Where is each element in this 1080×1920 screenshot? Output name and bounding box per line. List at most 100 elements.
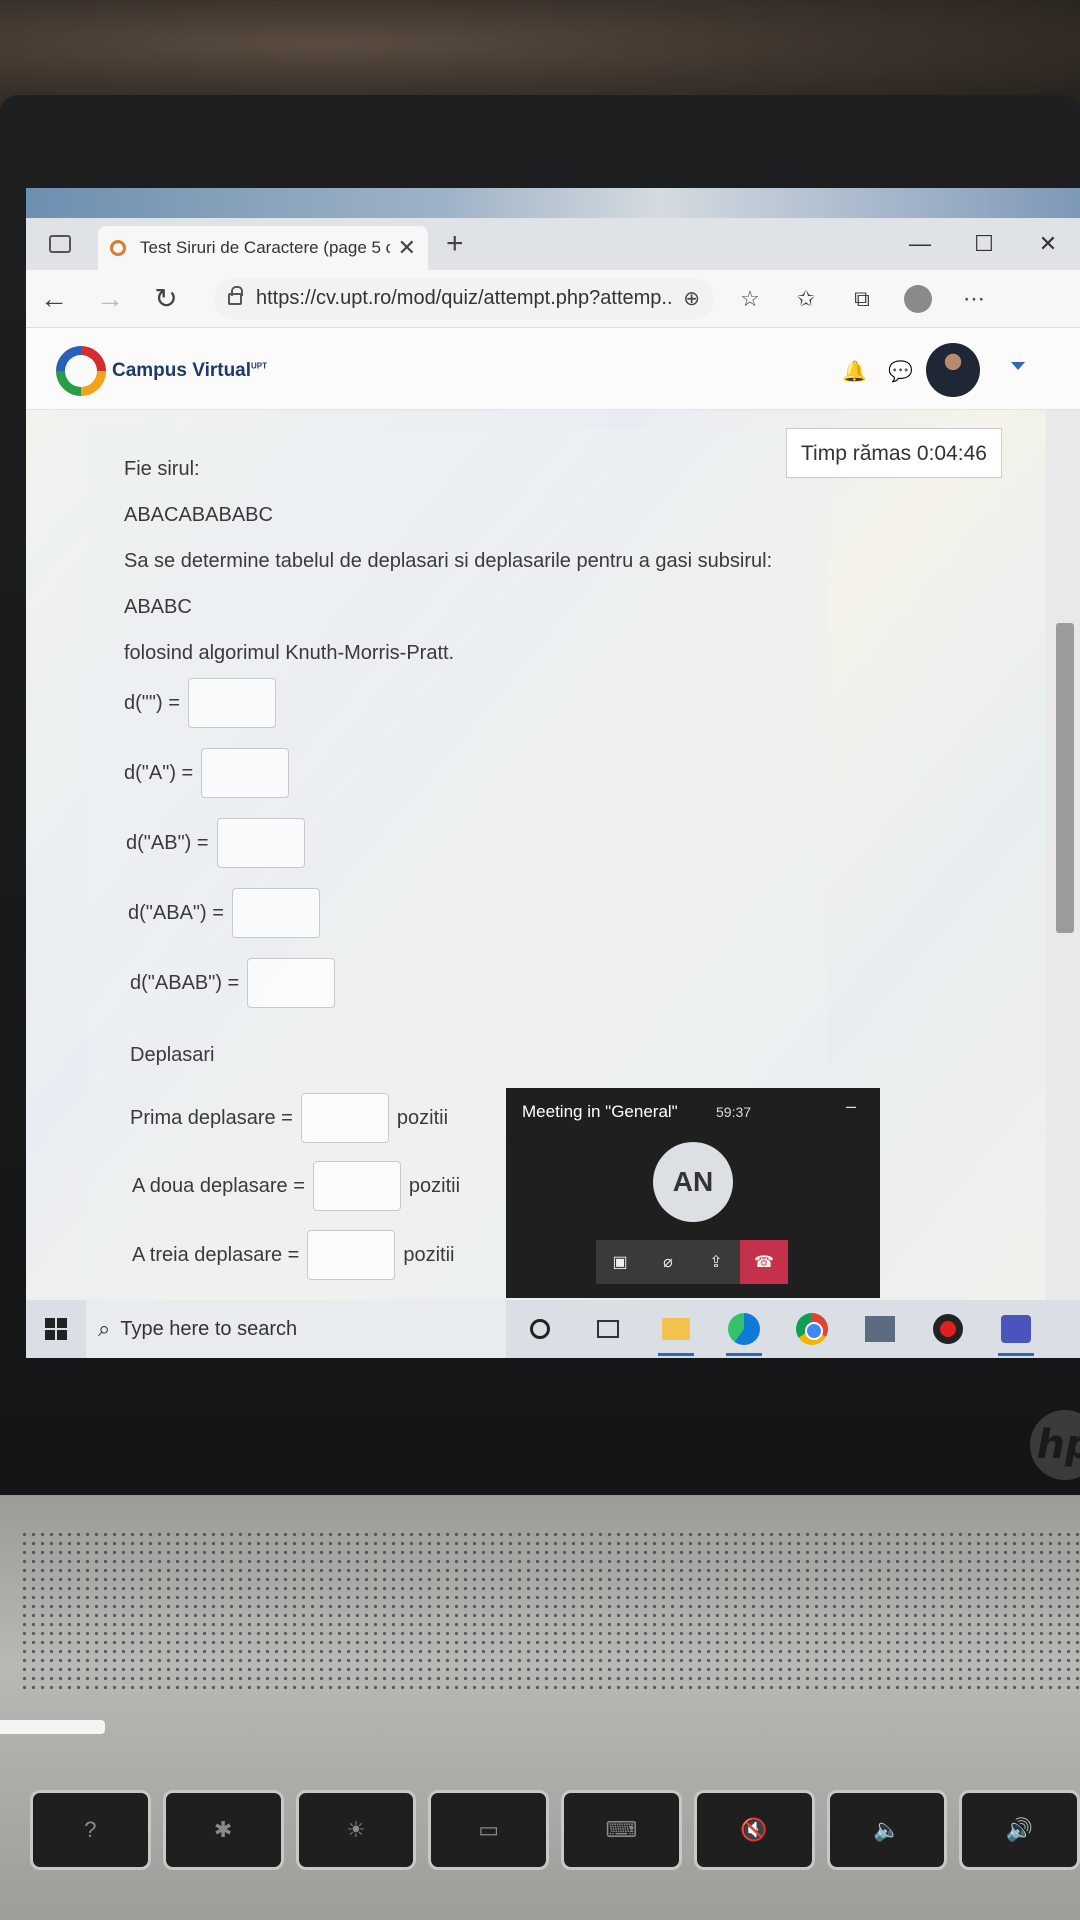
d-field-row: d("") = (124, 678, 276, 728)
share-screen-icon[interactable]: ⇪ (692, 1240, 740, 1284)
d-field-row: d("A") = (124, 748, 290, 798)
windows-icon (45, 1318, 67, 1340)
new-tab-icon[interactable]: + (446, 227, 464, 261)
answer-input[interactable] (312, 1161, 401, 1211)
tab-strip: Test Siruri de Caractere (page 5 c ✕ + —… (26, 218, 1080, 270)
shifts-heading: Deplasari (130, 1044, 215, 1066)
key-brightness-up[interactable]: ☀ (295, 1790, 417, 1870)
calculator-icon (865, 1316, 895, 1342)
d-field-row: d("AB") = (126, 818, 305, 868)
field-label: A treia deplasare = (132, 1243, 300, 1266)
field-label: Prima deplasare = (130, 1106, 293, 1129)
answer-input[interactable] (300, 1093, 389, 1143)
minimize-meeting-icon[interactable]: – (846, 1096, 856, 1117)
bell-icon[interactable]: 🔔 (842, 362, 867, 382)
collections-icon[interactable]: ⧉ (834, 277, 890, 321)
key-screen-switch[interactable]: ▭ (428, 1790, 549, 1870)
background-wall (0, 0, 1080, 110)
key-help[interactable]: ? (30, 1790, 151, 1870)
chrome-icon (796, 1313, 828, 1345)
more-icon[interactable]: ⋯ (946, 277, 1002, 321)
field-label: d("AB") = (126, 831, 209, 854)
chrome-button[interactable] (778, 1300, 846, 1358)
speaker-grille (20, 1530, 1080, 1690)
key-brightness-down[interactable]: ✱ (162, 1790, 284, 1870)
answer-input[interactable] (201, 748, 290, 798)
close-tab-icon[interactable]: ✕ (398, 235, 416, 261)
tab-actions-button[interactable] (40, 224, 80, 264)
maximize-icon[interactable]: ☐ (952, 218, 1016, 270)
d-field-row: d("ABAB") = (130, 958, 336, 1008)
user-menu-caret-icon[interactable] (1011, 362, 1025, 370)
task-view-icon (597, 1320, 619, 1338)
folder-icon (662, 1318, 690, 1340)
favorites-icon[interactable]: ✩ (778, 277, 834, 321)
answer-input[interactable] (307, 1230, 396, 1280)
zoom-icon[interactable]: ⊕ (683, 286, 700, 311)
question-line: ABACABABABC (124, 504, 273, 526)
user-avatar[interactable] (926, 343, 980, 397)
hang-up-icon[interactable]: ☎ (740, 1240, 788, 1284)
logo-sup: UPT (251, 361, 268, 371)
refresh-icon[interactable]: ↻ (138, 277, 194, 321)
search-placeholder: Type here to search (120, 1317, 298, 1340)
question-line: Sa se determine tabelul de deplasari si … (124, 550, 773, 572)
field-label: d("ABA") = (128, 901, 224, 924)
meeting-popup[interactable]: Meeting in "General" 59:37 – AN ▣ ⌀ ⇪ ☎ (506, 1088, 880, 1298)
screen: Test Siruri de Caractere (page 5 c ✕ + —… (26, 188, 1080, 1358)
tab-actions-icon (49, 235, 71, 253)
close-window-icon[interactable]: ✕ (1016, 218, 1080, 270)
key-volume-down[interactable]: 🔈 (826, 1790, 948, 1870)
file-explorer-button[interactable] (642, 1300, 710, 1358)
forward-icon[interactable]: → (82, 277, 138, 321)
shift-field-row: A doua deplasare = pozitii (132, 1161, 460, 1211)
search-icon: ⌕ (98, 1316, 111, 1341)
site-logo-text[interactable]: Campus VirtualUPT (112, 360, 267, 382)
answer-input[interactable] (216, 818, 305, 868)
key-volume-up[interactable]: 🔊 (959, 1790, 1080, 1870)
question-line: ABABC (124, 596, 192, 618)
teams-button[interactable] (982, 1300, 1050, 1358)
field-label: A doua deplasare = (132, 1174, 305, 1197)
record-icon (933, 1314, 963, 1344)
back-icon[interactable]: ← (26, 277, 82, 321)
browser-toolbar: ← → ↻ https://cv.upt.ro/mod/quiz/attempt… (26, 270, 1080, 328)
cortana-button[interactable] (506, 1300, 574, 1358)
browser-tab[interactable]: Test Siruri de Caractere (page 5 c ✕ (98, 226, 428, 270)
key-backlight[interactable]: ⌨ (561, 1790, 682, 1870)
profile-icon[interactable] (904, 284, 932, 313)
logo-text: Campus Virtual (112, 360, 252, 381)
lock-icon (228, 285, 243, 305)
meeting-time: 59:37 (716, 1104, 752, 1120)
address-bar[interactable]: https://cv.upt.ro/mod/quiz/attempt.php?a… (214, 277, 714, 320)
suffix-label: pozitii (396, 1106, 449, 1129)
key-mute[interactable]: 🔇 (693, 1790, 815, 1870)
suffix-label: pozitii (408, 1174, 461, 1197)
meeting-title: Meeting in "General" (522, 1102, 678, 1121)
taskbar-search[interactable]: ⌕ Type here to search (86, 1300, 506, 1358)
suffix-label: pozitii (403, 1243, 455, 1266)
function-key-row: ? ✱ ☀ ▭ ⌨ 🔇 🔈 🔊 (0, 1790, 1080, 1870)
answer-input[interactable] (231, 888, 320, 938)
window-controls: — ☐ ✕ (888, 218, 1080, 270)
add-favorite-icon[interactable]: ☆ (722, 277, 778, 321)
campus-logo-icon[interactable] (56, 346, 106, 396)
edge-icon (728, 1313, 760, 1345)
url-text: https://cv.upt.ro/mod/quiz/attempt.php?a… (256, 287, 674, 309)
scrollbar-thumb[interactable] (1056, 623, 1074, 933)
answer-input[interactable] (187, 678, 276, 728)
cortana-icon (530, 1319, 550, 1339)
tab-title: Test Siruri de Caractere (page 5 c (140, 238, 390, 257)
question-line: Fie sirul: (124, 458, 200, 480)
messages-icon[interactable]: 💬 (888, 362, 913, 382)
mic-off-icon[interactable]: ⌀ (644, 1240, 692, 1284)
recorder-button[interactable] (914, 1300, 982, 1358)
calculator-button[interactable] (846, 1300, 914, 1358)
task-view-button[interactable] (574, 1300, 642, 1358)
camera-off-icon[interactable]: ▣ (596, 1240, 644, 1284)
edge-button[interactable] (710, 1300, 778, 1358)
start-button[interactable] (26, 1300, 86, 1358)
teams-icon (1001, 1315, 1031, 1343)
answer-input[interactable] (247, 958, 336, 1008)
minimize-icon[interactable]: — (888, 218, 952, 270)
